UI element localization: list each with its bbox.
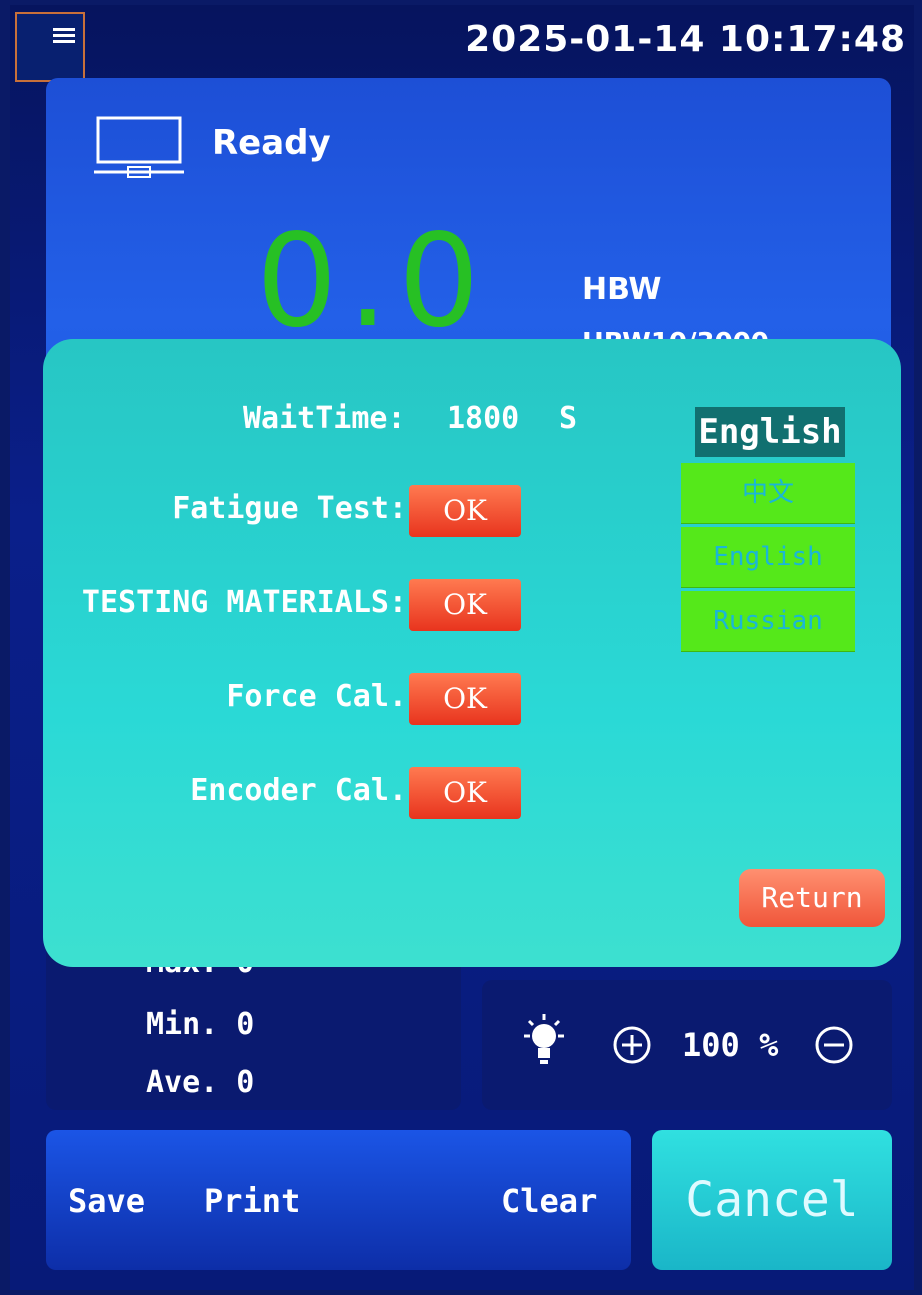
fatigue-test-ok-button[interactable]: OK [409, 485, 521, 537]
clear-button[interactable]: Clear [501, 1182, 597, 1220]
status-text: Ready [212, 123, 331, 163]
waittime-unit: S [559, 401, 578, 436]
encoder-cal-ok-button[interactable]: OK [409, 767, 521, 819]
return-button[interactable]: Return [739, 869, 885, 927]
brightness-level: 100 % [682, 1026, 779, 1064]
bottom-action-bar: Save Print Clear [46, 1130, 631, 1270]
minus-circle-icon[interactable] [814, 1025, 854, 1065]
hardness-unit: HBW [582, 272, 662, 307]
waittime-label: WaitTime: [243, 401, 406, 436]
language-option-russian[interactable]: Russian [681, 591, 855, 652]
stat-min: Min. 0 [146, 1007, 255, 1042]
testing-materials-label: TESTING MATERIALS: [81, 585, 407, 620]
encoder-cal-label: Encoder Cal. [190, 773, 407, 808]
cancel-button[interactable]: Cancel [652, 1130, 892, 1270]
hardness-value: 0.0 [256, 207, 490, 356]
language-option-english[interactable]: English [681, 527, 855, 588]
fatigue-test-label: Fatigue Test: [172, 491, 407, 526]
light-bulb-icon[interactable] [520, 1014, 568, 1070]
datetime: 2025-01-14 10:17:48 [465, 19, 906, 60]
save-button[interactable]: Save [68, 1182, 145, 1220]
plus-circle-icon[interactable] [612, 1025, 652, 1065]
language-current[interactable]: English [695, 407, 845, 457]
force-cal-label: Force Cal. [226, 679, 407, 714]
settings-dialog: WaitTime: 1800 S Fatigue Test: OK TESTIN… [43, 339, 901, 967]
stat-ave: Ave. 0 [146, 1065, 255, 1100]
light-panel: 100 % [482, 980, 892, 1110]
testing-materials-ok-button[interactable]: OK [409, 579, 521, 631]
print-button[interactable]: Print [204, 1182, 300, 1220]
hamburger-menu-icon [53, 28, 75, 46]
waittime-value[interactable]: 1800 [447, 401, 519, 436]
menu-button[interactable] [15, 12, 85, 82]
monitor-icon [94, 116, 184, 178]
force-cal-ok-button[interactable]: OK [409, 673, 521, 725]
language-option-chinese[interactable]: 中文 [681, 463, 855, 524]
device-screen: 2025-01-14 10:17:48 Ready 0.0 HBW HBW10/… [10, 5, 914, 1290]
